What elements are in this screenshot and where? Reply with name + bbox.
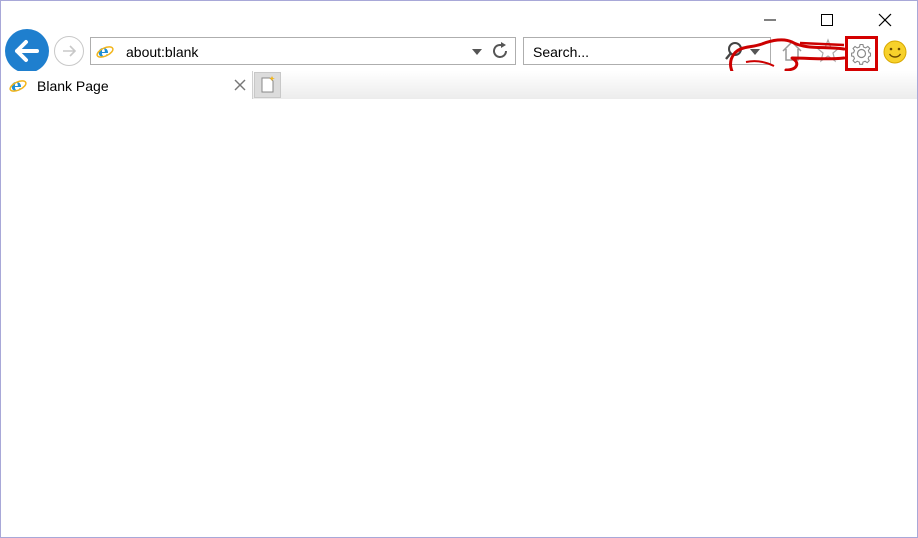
maximize-icon [821,14,833,26]
smiley-feedback-icon[interactable] [882,39,908,65]
forward-button[interactable] [54,36,84,66]
address-text[interactable]: about:blank [126,44,198,60]
tab-strip: e Blank Page [2,71,917,99]
gear-icon [851,43,872,65]
search-input[interactable]: Search... [533,44,589,60]
close-icon [878,13,892,27]
tools-gear-button[interactable] [845,36,878,71]
tab-label: Blank Page [37,78,109,94]
ie-icon: e [96,42,114,60]
minimize-icon [764,19,776,21]
back-arrow-icon [15,40,39,62]
close-tab-icon[interactable] [233,78,247,92]
page-content-area[interactable] [2,99,917,537]
tab-blank-page[interactable]: e Blank Page [2,71,253,99]
browser-window: e about:blank Search... e Blank Page [0,0,918,538]
new-tab-button[interactable] [254,72,281,98]
ie-icon: e [9,76,27,94]
forward-arrow-icon [63,45,77,57]
refresh-icon[interactable] [489,40,511,62]
close-window-button[interactable] [862,6,908,34]
back-button[interactable] [5,29,49,73]
new-tab-icon [261,76,275,93]
dropdown-arrow-icon[interactable] [471,47,483,57]
address-bar[interactable]: e about:blank [90,37,516,65]
